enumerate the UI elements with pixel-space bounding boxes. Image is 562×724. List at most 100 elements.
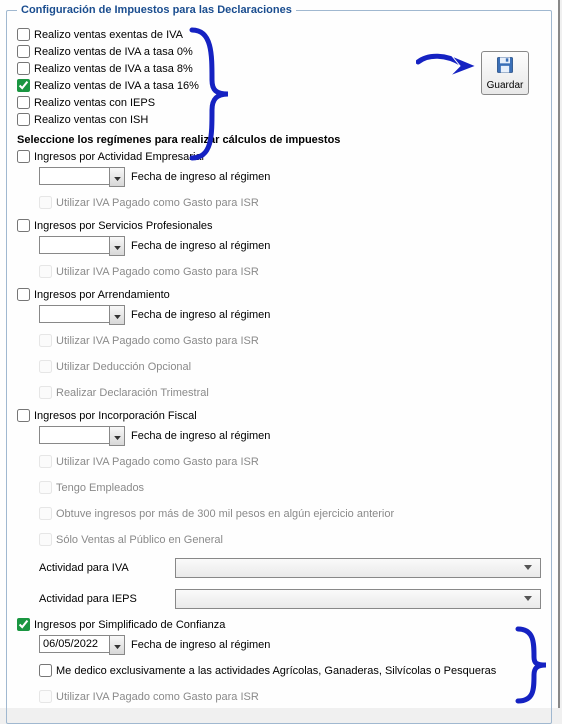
fieldset-legend: Configuración de Impuestos para las Decl… — [17, 4, 296, 16]
date-row-empresarial: Fecha de ingreso al régimen — [39, 167, 541, 187]
row-arr-iva-gasto: Utilizar IVA Pagado como Gasto para ISR — [39, 334, 541, 347]
chevron-down-icon — [114, 638, 121, 653]
checkbox-regimen-empresarial[interactable] — [17, 150, 30, 163]
label-empr-iva-gasto: Utilizar IVA Pagado como Gasto para ISR — [56, 197, 259, 209]
checkbox-regimen-incorporacion[interactable] — [17, 409, 30, 422]
label-ish: Realizo ventas con ISH — [34, 114, 148, 126]
date-row-simplificado: Fecha de ingreso al régimen — [39, 635, 541, 655]
combo-actividad-ieps[interactable] — [175, 589, 541, 609]
checkbox-serv-iva-gasto — [39, 265, 52, 278]
label-ventas-exentas: Realizo ventas exentas de IVA — [34, 29, 183, 41]
date-dropdown-incorporacion[interactable] — [109, 426, 125, 446]
label-arr-iva-gasto: Utilizar IVA Pagado como Gasto para ISR — [56, 335, 259, 347]
date-dropdown-servicios[interactable] — [109, 236, 125, 256]
checkbox-simpl-agricola[interactable] — [39, 664, 52, 677]
label-regimen-servicios: Ingresos por Servicios Profesionales — [34, 220, 213, 232]
save-button[interactable]: Guardar — [481, 51, 529, 95]
label-ieps: Realizo ventas con IEPS — [34, 97, 155, 109]
row-inc-iva-gasto: Utilizar IVA Pagado como Gasto para ISR — [39, 455, 541, 468]
chevron-down-icon — [114, 429, 121, 444]
date-label-empresarial: Fecha de ingreso al régimen — [131, 171, 270, 183]
chevron-down-icon — [524, 562, 536, 574]
checkbox-inc-publico — [39, 533, 52, 546]
row-simpl-agricola: Me dedico exclusivamente a las actividad… — [39, 664, 541, 677]
date-dropdown-simplificado[interactable] — [109, 635, 125, 655]
checkbox-regimen-simplificado[interactable] — [17, 618, 30, 631]
checkbox-simpl-iva-gasto — [39, 690, 52, 703]
date-dropdown-empresarial[interactable] — [109, 167, 125, 187]
row-arr-deduccion: Utilizar Deducción Opcional — [39, 360, 541, 373]
row-iva-16: Realizo ventas de IVA a tasa 16% — [17, 79, 541, 92]
date-label-incorporacion: Fecha de ingreso al régimen — [131, 430, 270, 442]
row-iva-8: Realizo ventas de IVA a tasa 8% — [17, 62, 541, 75]
checkbox-ventas-exentas[interactable] — [17, 28, 30, 41]
date-input-servicios[interactable] — [39, 236, 109, 254]
row-serv-iva-gasto: Utilizar IVA Pagado como Gasto para ISR — [39, 265, 541, 278]
row-actividad-iva: Actividad para IVA — [39, 558, 541, 578]
row-regimen-servicios: Ingresos por Servicios Profesionales — [17, 219, 541, 232]
combo-actividad-iva[interactable] — [175, 558, 541, 578]
checkbox-arr-iva-gasto — [39, 334, 52, 347]
checkbox-regimen-servicios[interactable] — [17, 219, 30, 232]
chevron-down-icon — [524, 593, 536, 605]
save-icon — [495, 55, 515, 78]
checkbox-iva-0[interactable] — [17, 45, 30, 58]
label-regimen-empresarial: Ingresos por Actividad Empresarial — [34, 151, 204, 163]
checkbox-arr-deduccion — [39, 360, 52, 373]
label-regimen-simplificado: Ingresos por Simplificado de Confianza — [34, 619, 225, 631]
date-input-incorporacion[interactable] — [39, 426, 109, 444]
label-iva-16: Realizo ventas de IVA a tasa 16% — [34, 80, 199, 92]
date-input-arrendamiento[interactable] — [39, 305, 109, 323]
label-iva-8: Realizo ventas de IVA a tasa 8% — [34, 63, 193, 75]
row-regimen-simplificado: Ingresos por Simplificado de Confianza — [17, 618, 541, 631]
row-inc-300mil: Obtuve ingresos por más de 300 mil pesos… — [39, 507, 541, 520]
checkbox-empr-iva-gasto — [39, 196, 52, 209]
row-ventas-exentas: Realizo ventas exentas de IVA — [17, 28, 541, 41]
checkbox-regimen-arrendamiento[interactable] — [17, 288, 30, 301]
date-row-incorporacion: Fecha de ingreso al régimen — [39, 426, 541, 446]
checkbox-inc-iva-gasto — [39, 455, 52, 468]
chevron-down-icon — [114, 239, 121, 254]
label-regimen-incorporacion: Ingresos por Incorporación Fiscal — [34, 410, 197, 422]
row-regimen-arrendamiento: Ingresos por Arrendamiento — [17, 288, 541, 301]
label-inc-publico: Sólo Ventas al Público en General — [56, 534, 223, 546]
date-label-servicios: Fecha de ingreso al régimen — [131, 240, 270, 252]
row-empr-iva-gasto: Utilizar IVA Pagado como Gasto para ISR — [39, 196, 541, 209]
chevron-down-icon — [114, 308, 121, 323]
checkbox-inc-empleados — [39, 481, 52, 494]
row-simpl-iva-gasto: Utilizar IVA Pagado como Gasto para ISR — [39, 690, 541, 703]
checkbox-iva-8[interactable] — [17, 62, 30, 75]
label-inc-iva-gasto: Utilizar IVA Pagado como Gasto para ISR — [56, 456, 259, 468]
label-actividad-iva: Actividad para IVA — [39, 562, 167, 574]
chevron-down-icon — [114, 170, 121, 185]
row-inc-empleados: Tengo Empleados — [39, 481, 541, 494]
label-actividad-ieps: Actividad para IEPS — [39, 593, 167, 605]
date-row-arrendamiento: Fecha de ingreso al régimen — [39, 305, 541, 325]
label-arr-trimestral: Realizar Declaración Trimestral — [56, 387, 209, 399]
date-input-simplificado[interactable] — [39, 635, 109, 653]
label-simpl-iva-gasto: Utilizar IVA Pagado como Gasto para ISR — [56, 691, 259, 703]
checkbox-arr-trimestral — [39, 386, 52, 399]
checkbox-iva-16[interactable] — [17, 79, 30, 92]
checkbox-inc-300mil — [39, 507, 52, 520]
date-input-empresarial[interactable] — [39, 167, 109, 185]
label-arr-deduccion: Utilizar Deducción Opcional — [56, 361, 191, 373]
tax-config-fieldset: Configuración de Impuestos para las Decl… — [6, 4, 552, 724]
date-row-servicios: Fecha de ingreso al régimen — [39, 236, 541, 256]
label-inc-300mil: Obtuve ingresos por más de 300 mil pesos… — [56, 508, 394, 520]
label-iva-0: Realizo ventas de IVA a tasa 0% — [34, 46, 193, 58]
row-arr-trimestral: Realizar Declaración Trimestral — [39, 386, 541, 399]
date-label-arrendamiento: Fecha de ingreso al régimen — [131, 309, 270, 321]
checkbox-ish[interactable] — [17, 113, 30, 126]
label-serv-iva-gasto: Utilizar IVA Pagado como Gasto para ISR — [56, 266, 259, 278]
row-regimen-empresarial: Ingresos por Actividad Empresarial — [17, 150, 541, 163]
label-simpl-agricola: Me dedico exclusivamente a las actividad… — [56, 665, 496, 677]
date-dropdown-arrendamiento[interactable] — [109, 305, 125, 325]
save-label: Guardar — [487, 80, 524, 91]
row-inc-publico: Sólo Ventas al Público en General — [39, 533, 541, 546]
label-regimen-arrendamiento: Ingresos por Arrendamiento — [34, 289, 170, 301]
label-inc-empleados: Tengo Empleados — [56, 482, 144, 494]
row-regimen-incorporacion: Ingresos por Incorporación Fiscal — [17, 409, 541, 422]
checkbox-ieps[interactable] — [17, 96, 30, 109]
date-label-simplificado: Fecha de ingreso al régimen — [131, 639, 270, 651]
